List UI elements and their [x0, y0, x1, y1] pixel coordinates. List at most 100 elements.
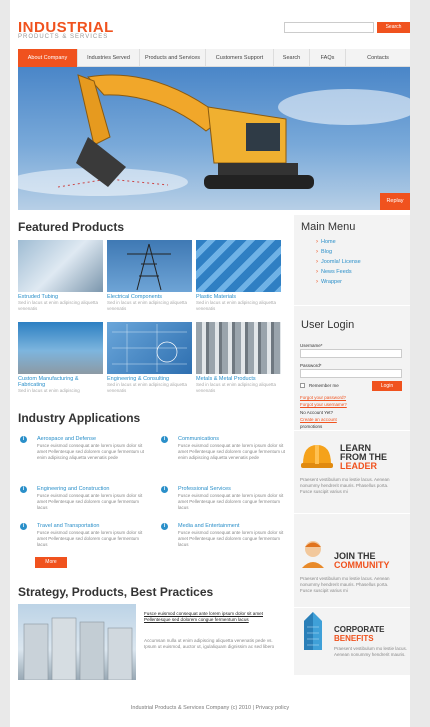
- replay-button[interactable]: Replay: [380, 193, 410, 210]
- arrow-icon: ›: [316, 279, 318, 285]
- strategy-body: Accumsan nulla ut enim adipiscing alique…: [144, 638, 275, 649]
- silos-image: [18, 604, 136, 680]
- info-icon: i: [161, 486, 168, 493]
- remember-label: Remember me: [309, 383, 339, 388]
- nav-search[interactable]: Search: [274, 49, 310, 67]
- arrow-icon: ›: [316, 249, 318, 255]
- person-icon: [302, 541, 324, 568]
- arrow-icon: ›: [316, 239, 318, 245]
- strategy-lead[interactable]: Fusce euismod consequat ante lorem ipsum…: [144, 611, 280, 623]
- menu-item-blog[interactable]: › Blog: [316, 249, 332, 255]
- promo-title-line[interactable]: CORPORATE: [334, 625, 385, 634]
- arrow-icon: ›: [316, 259, 318, 265]
- divider: [294, 513, 410, 514]
- promo-desc: Praesent vestibulum mo lestie lacus. Aen…: [300, 477, 390, 494]
- password-label: Password*: [300, 363, 322, 368]
- nav-faqs[interactable]: FAQs: [310, 49, 346, 67]
- divider: [294, 305, 410, 306]
- promo-title-line[interactable]: COMMUNITY: [334, 561, 390, 570]
- no-account-text: No Account Yet?: [300, 410, 334, 415]
- strategy-heading: Strategy, Products, Best Practices: [18, 585, 214, 599]
- menu-item-license[interactable]: › Joomla! License: [316, 259, 361, 265]
- product-tile[interactable]: Extruded Tubing Sed in lacus ut enim adi…: [18, 240, 103, 312]
- remember-checkbox[interactable]: [300, 383, 305, 388]
- menu-item-label: News Feeds: [321, 269, 352, 275]
- product-tile[interactable]: Metals & Metal Products Sed in lacus ut …: [196, 322, 281, 394]
- arrow-icon: ›: [316, 269, 318, 275]
- divider: [294, 430, 410, 431]
- logo-subtitle: PRODUCTS & SERVICES: [18, 34, 109, 40]
- applications-heading: Industry Applications: [18, 411, 141, 425]
- silo-image: [18, 322, 103, 374]
- page: INDUSTRIAL PRODUCTS & SERVICES Search Ab…: [10, 0, 410, 727]
- application-title[interactable]: Professional Services: [178, 486, 231, 492]
- forgot-password-link[interactable]: Forgot your password?: [300, 395, 346, 400]
- menu-item-wrapper[interactable]: › Wrapper: [316, 279, 342, 285]
- product-tile[interactable]: Electrical Components Sed in lacus ut en…: [107, 240, 192, 312]
- application-title[interactable]: Aerospace and Defense: [37, 436, 96, 442]
- product-desc: Sed in lacus ut enim adipiscing aliquett…: [196, 300, 277, 311]
- menu-item-home[interactable]: › Home: [316, 239, 336, 245]
- product-desc: Sed in lacus ut enim adipiscing aliquett…: [107, 300, 188, 311]
- login-button[interactable]: Login: [372, 381, 402, 391]
- product-desc: Sed in lacus ut enim adipiscing aliquett…: [107, 382, 188, 393]
- search-button[interactable]: Search: [377, 22, 410, 33]
- tubing-image: [18, 240, 103, 292]
- username-field[interactable]: [300, 349, 402, 358]
- product-tile[interactable]: Plastic Materials Sed in lacus ut enim a…: [196, 240, 281, 312]
- info-icon: i: [20, 523, 27, 530]
- promotions-label: promotions: [300, 424, 323, 429]
- nav-about-company[interactable]: About Company: [18, 49, 78, 67]
- promo-title-line[interactable]: LEADER: [340, 462, 377, 471]
- application-desc: Fusce euismod consequat ante lorem ipsum…: [178, 530, 284, 547]
- product-tile[interactable]: Custom Manufacturing & Fabricating Sed i…: [18, 322, 103, 394]
- application-desc: Fusce euismod consequat ante lorem ipsum…: [37, 493, 143, 510]
- menu-item-label: Home: [321, 239, 336, 245]
- main-menu-heading: Main Menu: [301, 221, 356, 233]
- featured-heading: Featured Products: [18, 220, 125, 234]
- promo-desc: Praesent vestibulum mo lestie lacus. Aen…: [300, 576, 390, 593]
- nav-products-services[interactable]: Products and Services: [140, 49, 206, 67]
- divider: [294, 607, 410, 608]
- product-tile[interactable]: Engineering & Consulting Sed in lacus ut…: [107, 322, 192, 394]
- info-icon: i: [161, 436, 168, 443]
- blueprint-image: [107, 322, 192, 374]
- application-title[interactable]: Media and Entertainment: [178, 523, 239, 529]
- product-desc: Sed in lacus ut enim adipiscing: [18, 388, 80, 393]
- product-title[interactable]: Custom Manufacturing & Fabricating: [18, 376, 103, 388]
- user-login-heading: User Login: [301, 319, 355, 331]
- building-icon: [304, 612, 322, 650]
- menu-item-news-feeds[interactable]: › News Feeds: [316, 269, 352, 275]
- application-title[interactable]: Communications: [178, 436, 219, 442]
- more-button[interactable]: More: [35, 557, 67, 568]
- nav-contacts[interactable]: Contacts: [346, 49, 410, 67]
- info-icon: i: [20, 486, 27, 493]
- excavator-image: [18, 74, 410, 196]
- footer-text: Industrial Products & Services Company (…: [130, 705, 290, 711]
- menu-item-label: Wrapper: [321, 279, 342, 285]
- pipes-image: [196, 240, 281, 292]
- forgot-username-link[interactable]: Forgot your username?: [300, 402, 347, 407]
- product-desc: Sed in lacus ut enim adipiscing aliquett…: [196, 382, 277, 393]
- nav-customers-support[interactable]: Customers Support: [206, 49, 274, 67]
- application-title[interactable]: Engineering and Construction: [37, 486, 109, 492]
- password-field[interactable]: [300, 369, 402, 378]
- hard-hat-icon: [301, 445, 333, 468]
- application-title[interactable]: Travel and Transportation: [37, 523, 99, 529]
- hero-banner: Replay: [18, 67, 410, 210]
- create-account-link[interactable]: Create an account: [300, 417, 337, 422]
- metal-bars-image: [196, 322, 281, 374]
- application-desc: Fusce euismod consequat ante lorem ipsum…: [37, 443, 145, 460]
- product-desc: Sed in lacus ut enim adipiscing aliquett…: [18, 300, 99, 311]
- menu-item-label: Blog: [321, 249, 333, 255]
- nav-industries-served[interactable]: Industries Served: [78, 49, 140, 67]
- info-icon: i: [161, 523, 168, 530]
- promo-title-line[interactable]: BENEFITS: [334, 634, 374, 643]
- main-nav: About Company Industries Served Products…: [18, 49, 410, 67]
- menu-item-label: Joomla! License: [321, 259, 361, 265]
- promo-desc: Praesent vestibulum mo lestie lacus. Aen…: [334, 646, 408, 657]
- search-input[interactable]: [284, 22, 374, 33]
- application-desc: Fusce euismod consequat ante lorem ipsum…: [178, 443, 286, 460]
- info-icon: i: [20, 436, 27, 443]
- sidebar: Main Menu › Home › Blog › Joomla! License ›…: [294, 215, 410, 675]
